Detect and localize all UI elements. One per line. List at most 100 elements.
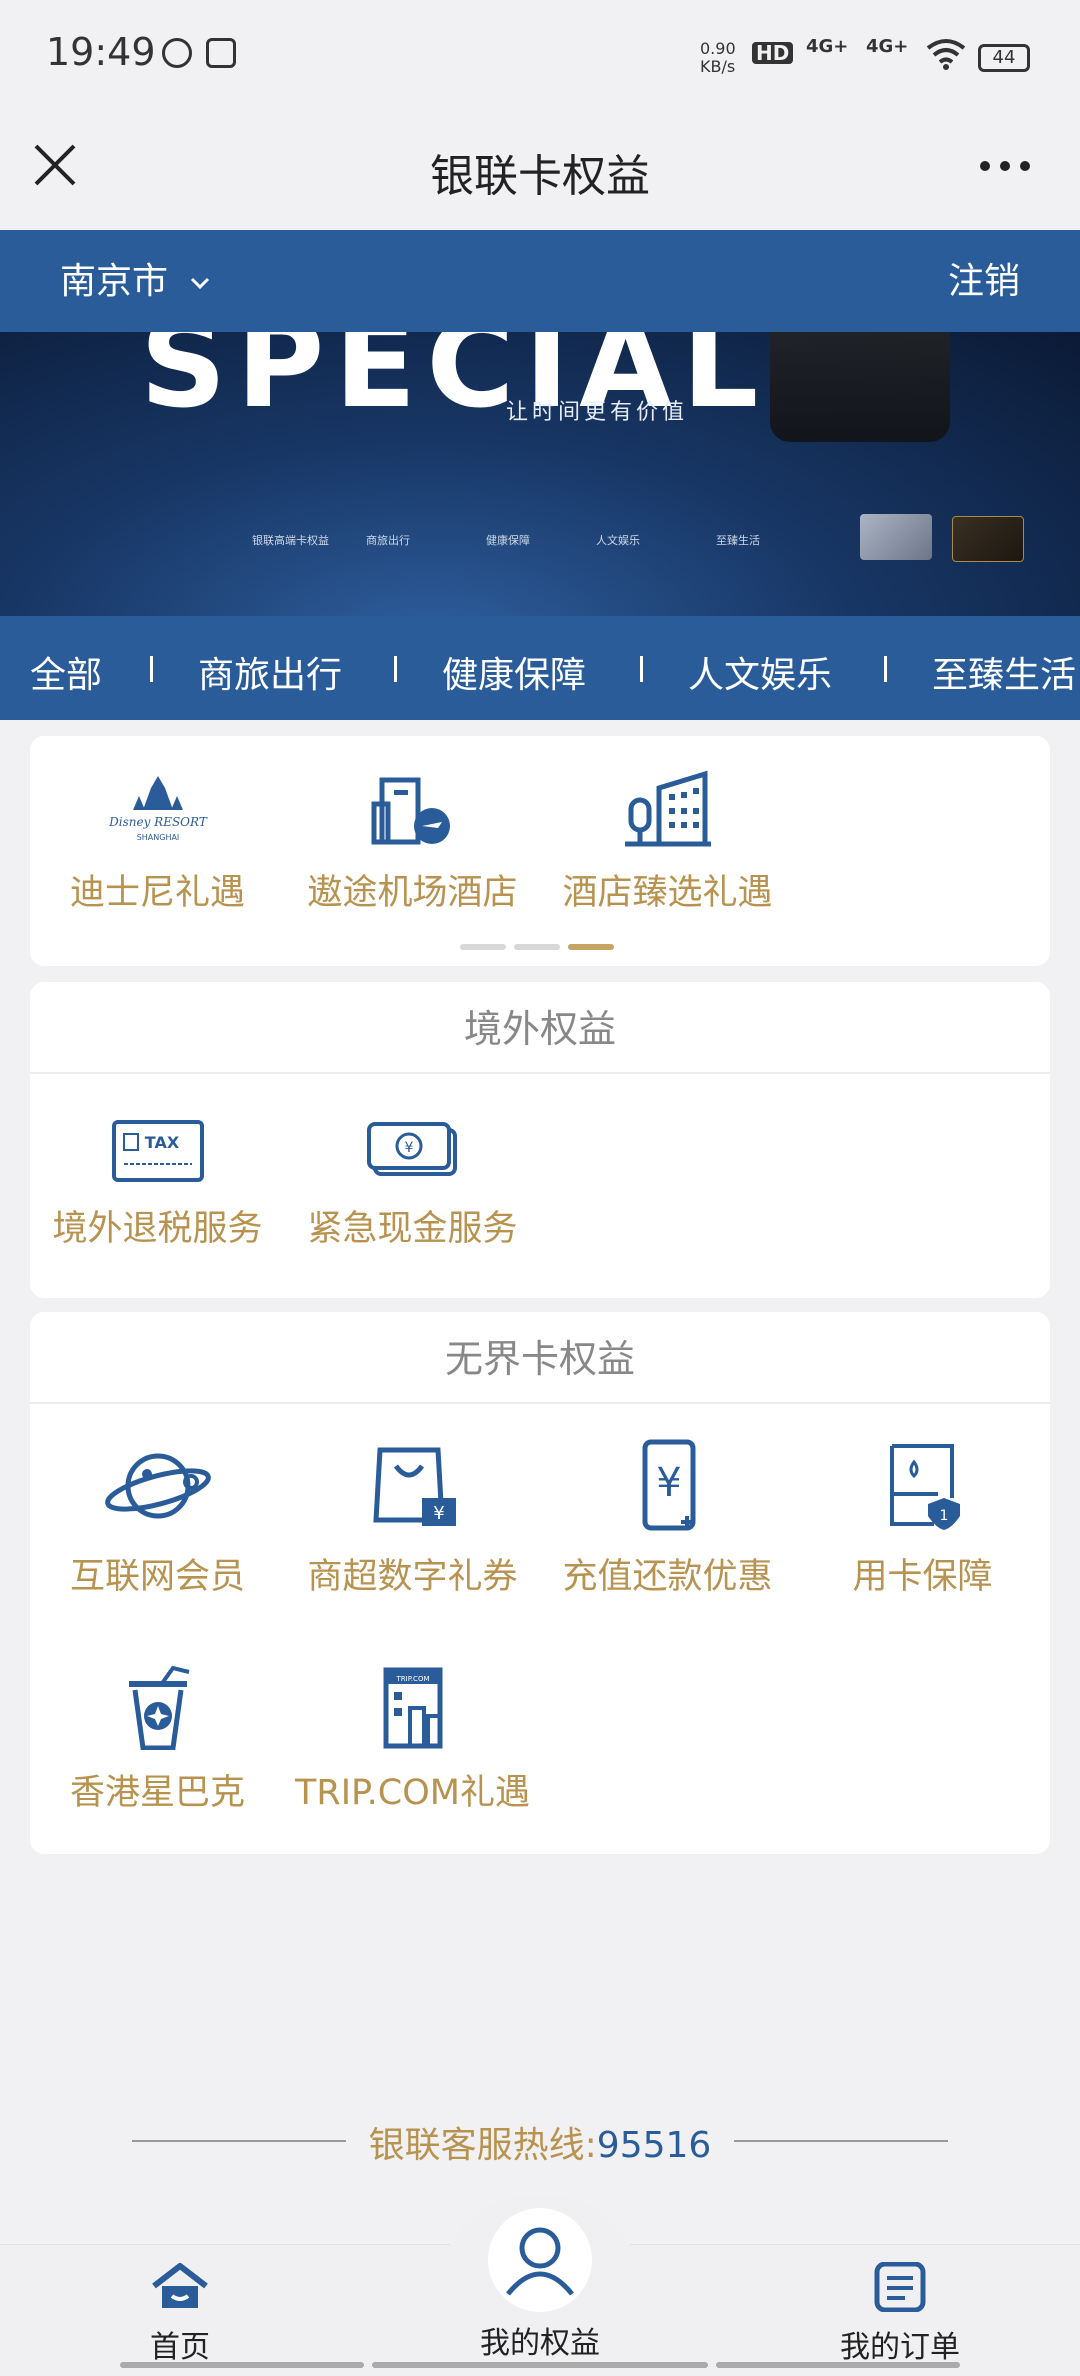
customer-hotline: 银联客服热线:95516	[0, 2116, 1080, 2166]
service-hk-starbucks[interactable]: 香港星巴克	[30, 1664, 285, 1815]
hd-badge: HD	[752, 42, 794, 64]
hotline-number[interactable]: 95516	[597, 2125, 712, 2166]
city-selector-label[interactable]: 南京市	[60, 252, 211, 304]
service-label: 境外退税服务	[52, 1209, 263, 1249]
svg-text:Disney RESORT: Disney RESORT	[108, 815, 208, 829]
service-label: 紧急现金服务	[307, 1209, 518, 1249]
tab-culture[interactable]: 人文娱乐	[688, 646, 832, 698]
chevron-down-icon	[191, 277, 210, 290]
user-icon	[506, 2227, 574, 2296]
svg-text:¥: ¥	[404, 1140, 413, 1156]
banner-tag: 银联高端卡权益	[252, 534, 329, 547]
tab-all[interactable]: 全部	[30, 646, 102, 698]
service-hotel-selection[interactable]: 酒店臻选礼遇	[540, 770, 795, 915]
disney-resort-icon: Disney RESORT SHANGHAI	[108, 776, 208, 842]
card-shield-icon: 1	[889, 1444, 960, 1530]
gesture-bar	[120, 2362, 364, 2368]
trip-building-icon: TRIP.COM	[383, 1667, 442, 1749]
section-title: 境外权益	[463, 1007, 616, 1051]
divider	[30, 1072, 1050, 1074]
svg-text:¥: ¥	[656, 1460, 681, 1506]
banner-tag: 健康保障	[486, 534, 530, 547]
overseas-benefits-card: 境外权益 TAX 境外退税服务 ¥ 紧急现金服务	[30, 982, 1050, 1298]
banner-slogan: 让时间更有价值	[506, 400, 689, 425]
net-speed: 0.90 KB/s	[700, 40, 736, 76]
svg-text:SHANGHAI: SHANGHAI	[136, 833, 179, 842]
wechat-icon	[162, 38, 192, 68]
tab-divider	[884, 656, 887, 682]
tab-business-travel[interactable]: 商旅出行	[198, 646, 342, 698]
tab-lifestyle[interactable]: 至臻生活	[932, 646, 1076, 698]
tab-divider	[640, 656, 643, 682]
gesture-bar	[716, 2362, 960, 2368]
hotline-text: 银联客服热线:95516	[0, 2116, 1080, 2168]
service-label: 迪士尼礼遇	[69, 873, 245, 913]
planet-icon	[104, 1453, 211, 1519]
section-title: 无界卡权益	[444, 1337, 635, 1381]
service-recharge-discount[interactable]: ¥ 充值还款优惠	[540, 1438, 795, 1599]
nav-home[interactable]: 首页	[70, 2262, 290, 2366]
service-tax-refund[interactable]: TAX 境外退税服务	[30, 1116, 285, 1251]
category-tabs: 全部 商旅出行 健康保障 人文娱乐 至臻生活	[0, 616, 1080, 720]
service-label: 充值还款优惠	[562, 1557, 773, 1597]
service-label: 商超数字礼券	[307, 1557, 518, 1597]
banner-tag: 人文娱乐	[596, 534, 640, 547]
nav-my-orders[interactable]: 我的订单	[790, 2261, 1010, 2366]
shopping-bag-icon: ¥	[372, 1447, 456, 1526]
wifi-icon	[926, 39, 966, 70]
nav-label: 首页	[150, 2330, 210, 2365]
logout-label[interactable]: 注销	[948, 252, 1020, 304]
more-icon[interactable]	[975, 146, 1035, 186]
carousel-dot-active	[568, 944, 614, 950]
banner-cards-image	[860, 514, 1024, 562]
service-airport-hotel[interactable]: 遨途机场酒店	[285, 770, 540, 915]
avatar	[488, 2208, 592, 2312]
carousel-dot	[460, 944, 506, 950]
service-label: 用卡保障	[852, 1557, 993, 1597]
service-card-protection[interactable]: 1 用卡保障	[795, 1438, 1050, 1599]
service-emergency-cash[interactable]: ¥ 紧急现金服务	[285, 1116, 540, 1251]
coffee-cup-icon	[128, 1665, 189, 1750]
page-title: 银联卡权益	[430, 151, 650, 202]
cash-icon: ¥	[366, 1122, 457, 1176]
divider	[30, 1402, 1050, 1404]
home-icon	[152, 2263, 208, 2308]
service-label: 遨途机场酒店	[307, 873, 518, 913]
svg-text:TRIP.COM: TRIP.COM	[395, 1675, 429, 1683]
nav-label: 我的权益	[480, 2326, 600, 2361]
tab-health[interactable]: 健康保障	[442, 646, 586, 698]
status-time: 19:49	[46, 30, 156, 74]
signal-sim1-icon: 4G+	[806, 36, 849, 57]
banner-tag: 至臻生活	[716, 534, 760, 547]
hotel-building-icon	[624, 770, 711, 847]
svg-text:TAX: TAX	[144, 1133, 179, 1152]
airport-hotel-icon	[371, 777, 450, 845]
order-list-icon	[874, 2261, 926, 2313]
hotline-label: 银联客服热线:	[368, 2125, 597, 2166]
gesture-bar	[372, 2362, 708, 2368]
battery-icon: 44	[978, 44, 1030, 72]
svg-text:1: 1	[939, 1508, 948, 1524]
nav-label: 我的订单	[840, 2330, 960, 2365]
service-label: TRIP.COM礼遇	[295, 1773, 530, 1813]
tax-card-icon: TAX	[111, 1120, 204, 1182]
nav-my-benefits[interactable]: 我的权益	[430, 2208, 650, 2362]
tab-divider	[394, 656, 397, 682]
tab-divider	[150, 656, 153, 682]
app-notification-icon	[206, 38, 236, 68]
service-label: 香港星巴克	[69, 1773, 245, 1813]
net-speed-unit: KB/s	[700, 57, 736, 76]
phone-recharge-icon: ¥	[642, 1439, 695, 1531]
svg-text:¥: ¥	[433, 1503, 444, 1524]
service-label: 互联网会员	[69, 1557, 245, 1597]
signal-sim2-icon: 4G+	[866, 36, 909, 57]
carousel-dot	[514, 944, 560, 950]
featured-benefits-card: Disney RESORT SHANGHAI 迪士尼礼遇 遨途机场酒店 酒店臻选…	[30, 736, 1050, 966]
service-internet-membership[interactable]: 互联网会员	[30, 1438, 285, 1599]
service-disney[interactable]: Disney RESORT SHANGHAI 迪士尼礼遇	[30, 770, 285, 915]
net-speed-value: 0.90	[700, 39, 736, 58]
banner-tag: 商旅出行	[366, 534, 410, 547]
service-digital-voucher[interactable]: ¥ 商超数字礼券	[285, 1438, 540, 1599]
service-trip-com[interactable]: TRIP.COM TRIP.COM礼遇	[285, 1664, 540, 1815]
service-label: 酒店臻选礼遇	[562, 873, 773, 913]
